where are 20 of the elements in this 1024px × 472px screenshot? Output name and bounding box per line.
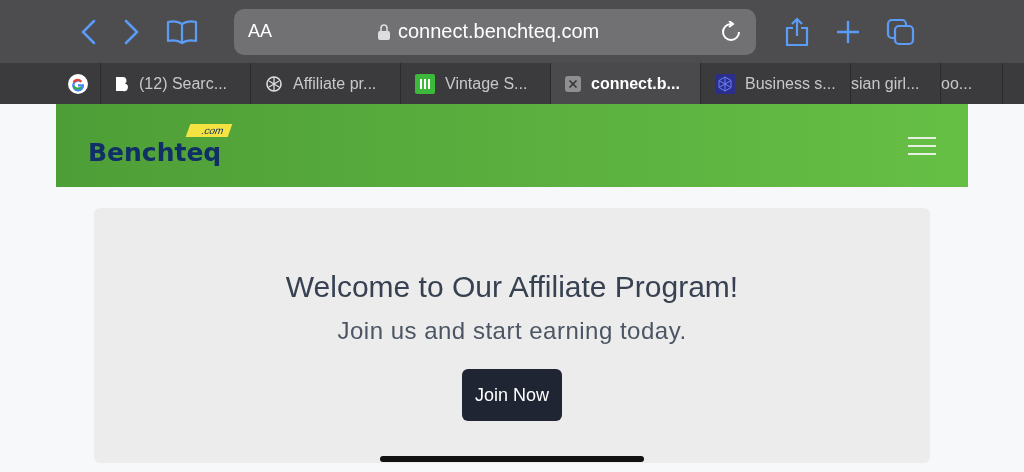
b-icon — [115, 75, 129, 92]
hero-subtitle: Join us and start earning today. — [337, 317, 687, 345]
menu-icon[interactable] — [908, 135, 936, 156]
address-bar[interactable]: AA connect.benchteq.com — [234, 8, 756, 55]
lock-icon — [378, 23, 390, 40]
hero-title: Welcome to Our Affiliate Program! — [285, 270, 739, 304]
url-text: connect.benchteq.com — [398, 20, 600, 43]
close-icon[interactable] — [565, 75, 581, 92]
browser-tab[interactable]: connect.b... — [551, 63, 701, 104]
book-icon[interactable] — [166, 18, 198, 45]
tabs-icon[interactable] — [886, 17, 916, 46]
reload-icon[interactable] — [720, 20, 742, 43]
plus-icon[interactable] — [836, 19, 860, 44]
join-button[interactable]: Join Now — [462, 369, 562, 421]
logo-tag: .com — [185, 124, 232, 137]
share-icon[interactable] — [784, 16, 810, 47]
reader-button[interactable]: AA — [248, 21, 378, 42]
google-icon — [68, 73, 88, 94]
jiji-icon — [415, 73, 435, 94]
logo-text[interactable]: Benchteq — [88, 138, 222, 167]
